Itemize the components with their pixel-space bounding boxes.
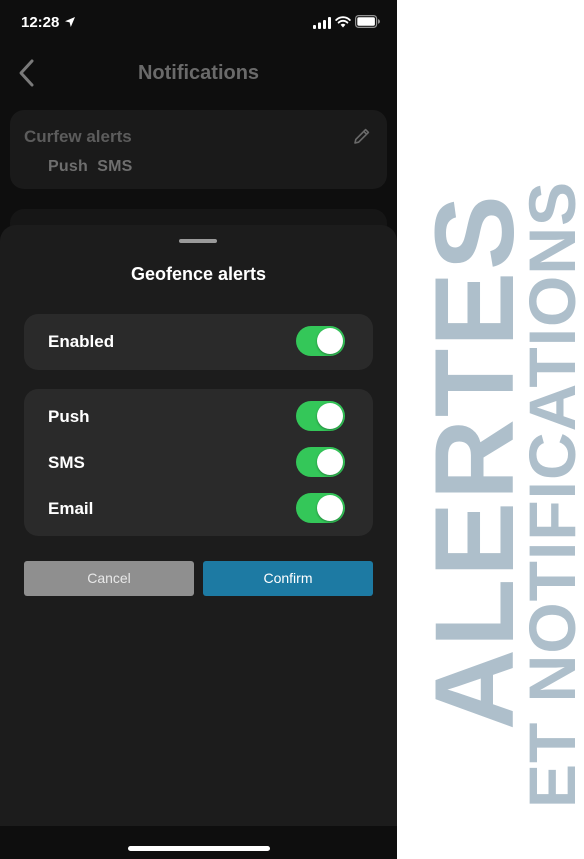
push-row: Push [24, 394, 373, 440]
side-banner: ALERTES ET NOTIFICATIONS [397, 0, 584, 859]
confirm-button[interactable]: Confirm [203, 561, 373, 596]
sheet-drag-handle[interactable] [179, 239, 217, 243]
cancel-button[interactable]: Cancel [24, 561, 194, 596]
enabled-row: Enabled [24, 319, 373, 365]
sms-toggle[interactable] [296, 447, 345, 477]
enabled-group: Enabled [24, 314, 373, 370]
push-label: Push [48, 407, 90, 426]
wifi-icon [335, 16, 351, 28]
status-bar: 12:28 [0, 0, 397, 44]
page-title: Notifications [137, 62, 260, 84]
signal-icon [313, 17, 331, 29]
home-indicator[interactable] [128, 846, 270, 851]
curfew-alerts-title: Curfew alerts [24, 127, 132, 146]
toggle-knob [317, 403, 343, 429]
battery-icon [355, 15, 380, 28]
phone-screen: 12:28 Notifications Curfew alerts Push S… [0, 0, 397, 859]
toggle-knob [317, 495, 343, 521]
email-label: Email [48, 499, 94, 518]
curfew-alerts-card: Curfew alerts Push SMS [10, 110, 387, 189]
location-arrow-icon [65, 17, 75, 27]
email-toggle[interactable] [296, 493, 345, 523]
push-toggle[interactable] [296, 401, 345, 431]
sms-row: SMS [24, 440, 373, 486]
email-row: Email [24, 486, 373, 532]
home-bar-area [0, 826, 397, 859]
channels-group: Push SMS Email [24, 389, 373, 536]
sms-label: SMS [48, 453, 85, 472]
curfew-alerts-channels: Push SMS [48, 158, 133, 175]
sheet-title: Geofence alerts [130, 264, 267, 284]
banner-subtitle: ET NOTIFICATIONS [515, 180, 584, 808]
status-time: 12:28 [21, 14, 60, 31]
geofence-alerts-sheet: Geofence alerts Enabled Push SMS Email C… [0, 225, 397, 859]
enabled-label: Enabled [48, 332, 115, 351]
pencil-icon [354, 128, 370, 144]
toggle-knob [317, 328, 343, 354]
toggle-knob [317, 449, 343, 475]
enabled-toggle[interactable] [296, 326, 345, 356]
